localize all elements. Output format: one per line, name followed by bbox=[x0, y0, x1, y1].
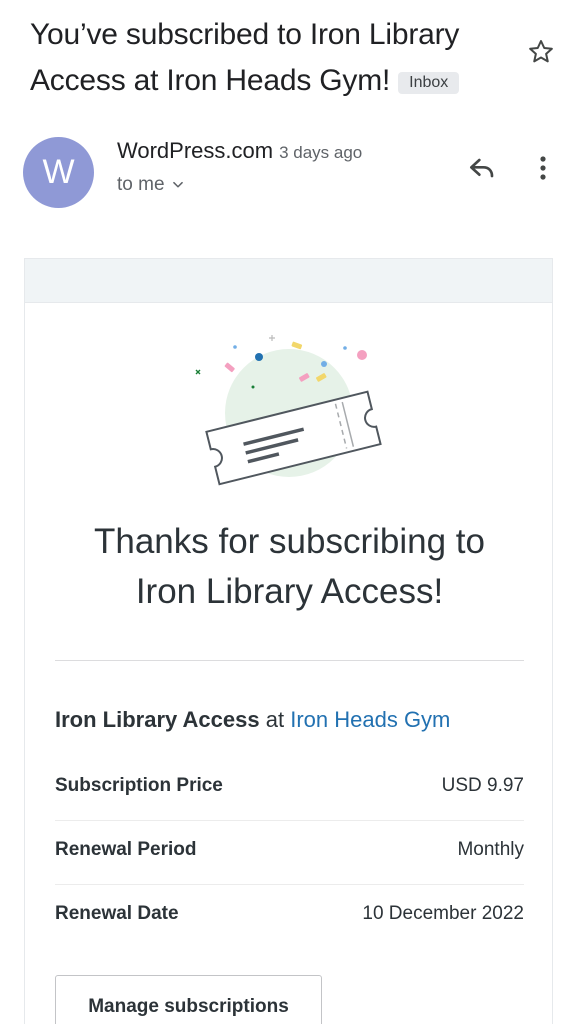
email-subject: You’ve subscribed to Iron Library Access… bbox=[30, 18, 460, 97]
at-word: at bbox=[265, 707, 285, 732]
site-link[interactable]: Iron Heads Gym bbox=[290, 707, 450, 732]
sent-time: 3 days ago bbox=[279, 143, 363, 162]
ticket-confetti-illustration bbox=[195, 335, 382, 486]
star-icon[interactable] bbox=[526, 37, 556, 67]
sender-line: WordPress.com 3 days ago bbox=[117, 138, 362, 164]
thanks-heading-line1: Thanks for subscribing to bbox=[93, 522, 485, 561]
detail-value: 10 December 2022 bbox=[362, 903, 524, 924]
product-line: Iron Library Access at Iron Heads Gym bbox=[55, 707, 450, 733]
detail-label: Subscription Price bbox=[55, 775, 223, 796]
detail-label: Renewal Date bbox=[55, 903, 179, 924]
detail-value: Monthly bbox=[457, 839, 524, 860]
recipient-text: to me bbox=[117, 174, 165, 195]
detail-row-period: Renewal Period Monthly bbox=[55, 821, 524, 885]
sender-avatar[interactable]: W bbox=[23, 137, 94, 208]
more-vert-icon[interactable] bbox=[532, 152, 554, 184]
detail-label: Renewal Period bbox=[55, 839, 197, 860]
manage-subscriptions-button[interactable]: Manage subscriptions bbox=[55, 975, 322, 1024]
sender-row: W WordPress.com 3 days ago to me bbox=[0, 130, 576, 220]
subject-row: You’ve subscribed to Iron Library Access… bbox=[30, 12, 510, 104]
detail-value: USD 9.97 bbox=[441, 775, 524, 796]
thanks-heading-line2: Iron Library Access! bbox=[135, 572, 444, 611]
sender-name[interactable]: WordPress.com bbox=[117, 138, 273, 163]
detail-row-price: Subscription Price USD 9.97 bbox=[55, 757, 524, 821]
chevron-down-icon bbox=[172, 181, 183, 188]
product-name: Iron Library Access bbox=[55, 707, 260, 732]
reply-icon[interactable] bbox=[466, 152, 498, 184]
thanks-heading: Thanks for subscribing to Iron Library A… bbox=[25, 517, 554, 617]
card-header-band bbox=[25, 259, 552, 303]
email-body-card: Thanks for subscribing to Iron Library A… bbox=[24, 258, 553, 1024]
inbox-label-badge[interactable]: Inbox bbox=[398, 71, 460, 94]
recipient-toggle[interactable]: to me bbox=[117, 174, 185, 196]
detail-row-date: Renewal Date 10 December 2022 bbox=[55, 885, 524, 949]
section-divider bbox=[55, 660, 524, 661]
